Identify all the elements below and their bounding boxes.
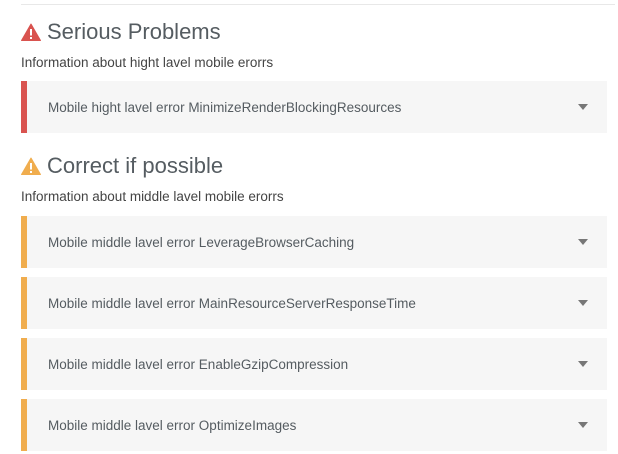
chevron-down-icon[interactable] — [578, 300, 588, 306]
correct-if-possible-heading: Correct if possible — [21, 151, 223, 181]
error-item-label: Mobile middle lavel error OptimizeImages — [48, 417, 297, 433]
section-description: Information about hight lavel mobile ero… — [21, 55, 274, 70]
section-description: Information about middle lavel mobile er… — [21, 189, 284, 204]
error-item-leverage-browser-caching[interactable]: Mobile middle lavel error LeverageBrowse… — [21, 216, 607, 268]
section-title: Serious Problems — [47, 19, 221, 44]
chevron-down-icon[interactable] — [578, 104, 588, 110]
serious-problems-heading: Serious Problems — [21, 17, 221, 47]
error-item-label: Mobile middle lavel error LeverageBrowse… — [48, 234, 355, 250]
warning-triangle-icon — [21, 23, 41, 41]
page: Serious Problems Information about hight… — [0, 0, 618, 454]
error-item-label: Mobile middle lavel error EnableGzipComp… — [48, 356, 349, 372]
error-item-main-resource-server-response-time[interactable]: Mobile middle lavel error MainResourceSe… — [21, 277, 607, 329]
chevron-down-icon[interactable] — [578, 239, 588, 245]
error-item-label: Mobile hight lavel error MinimizeRenderB… — [48, 99, 402, 115]
section-title: Correct if possible — [47, 153, 224, 178]
chevron-down-icon[interactable] — [578, 361, 588, 367]
error-item-optimize-images[interactable]: Mobile middle lavel error OptimizeImages — [21, 399, 607, 451]
divider — [21, 4, 615, 5]
warning-triangle-icon — [21, 157, 41, 175]
error-item-minimize-render-blocking-resources[interactable]: Mobile hight lavel error MinimizeRenderB… — [21, 81, 607, 133]
error-item-label: Mobile middle lavel error MainResourceSe… — [48, 295, 416, 311]
error-item-enable-gzip-compression[interactable]: Mobile middle lavel error EnableGzipComp… — [21, 338, 607, 390]
chevron-down-icon[interactable] — [578, 422, 588, 428]
